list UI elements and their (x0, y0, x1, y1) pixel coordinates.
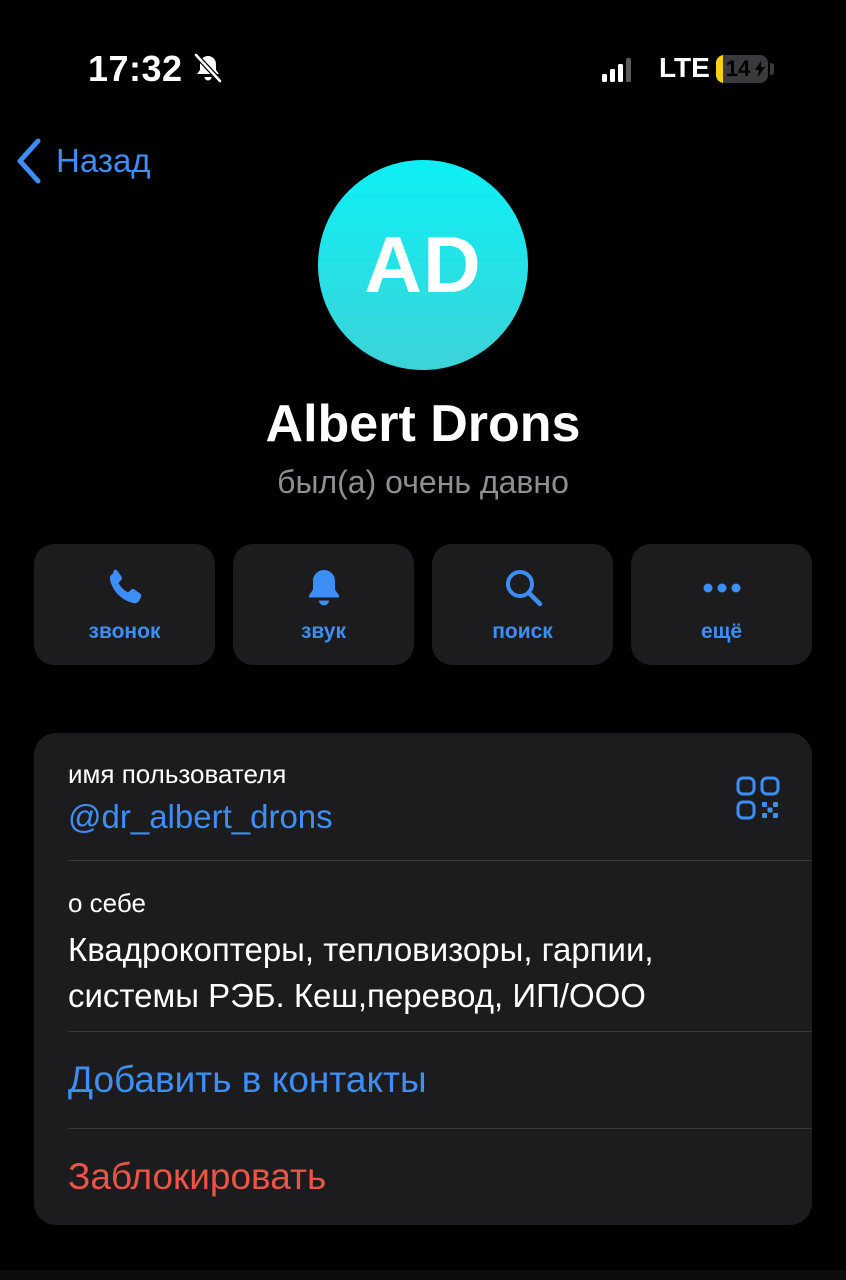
profile-name: Albert Drons (265, 395, 581, 453)
block-button[interactable]: Заблокировать (68, 1156, 812, 1198)
chevron-left-icon (17, 138, 41, 184)
status-time: 17:32 (88, 48, 183, 89)
back-button[interactable]: Назад (14, 136, 151, 186)
bio-text: Квадрокоптеры, тепловизоры, гарпии, сист… (68, 931, 654, 1014)
bio-label: о себе (68, 888, 146, 918)
search-label: поиск (492, 620, 553, 643)
add-contact-button[interactable]: Добавить в контакты (68, 1059, 812, 1101)
network-type: LTE (659, 52, 710, 83)
call-button[interactable]: звонок (34, 544, 215, 665)
more-button[interactable]: ещё (631, 544, 812, 665)
more-label: ещё (700, 620, 743, 643)
battery-tip (770, 63, 774, 75)
bell-slash-icon (193, 52, 223, 84)
divider (68, 860, 812, 861)
last-seen-status: был(а) очень давно (277, 464, 569, 500)
charging-bolt-icon (755, 61, 765, 77)
add-contact-row[interactable]: Добавить в контакты (68, 1059, 812, 1101)
username-label: имя пользователя (68, 759, 287, 789)
status-bar: 17:32 LTE 14 (0, 0, 846, 130)
qr-code-icon[interactable] (736, 776, 780, 820)
search-icon (505, 570, 542, 607)
cellular-signal-icon (602, 58, 631, 82)
search-button[interactable]: поиск (432, 544, 613, 665)
sound-label: звук (300, 620, 346, 643)
block-row[interactable]: Заблокировать (68, 1156, 812, 1198)
divider (68, 1128, 812, 1129)
battery-indicator: 14 (716, 55, 768, 83)
username-value[interactable]: @dr_albert_drons (68, 798, 812, 836)
call-label: звонок (88, 620, 161, 643)
bio-row: о себе Квадрокоптеры, тепловизоры, гарпи… (68, 888, 812, 1019)
avatar[interactable]: AD (318, 160, 528, 370)
avatar-initials: AD (364, 220, 482, 309)
sound-button[interactable]: звук (233, 544, 414, 665)
more-icon (703, 583, 740, 593)
username-row[interactable]: имя пользователя @dr_albert_drons (68, 759, 812, 836)
action-bar: звонок звук поиск ещё (34, 544, 812, 665)
divider (68, 1031, 812, 1032)
phone-icon (109, 569, 141, 604)
bell-icon (308, 570, 339, 606)
info-card: имя пользователя @dr_albert_drons о себе… (34, 733, 812, 1225)
back-label: Назад (56, 142, 151, 179)
bottom-edge (0, 1270, 846, 1280)
